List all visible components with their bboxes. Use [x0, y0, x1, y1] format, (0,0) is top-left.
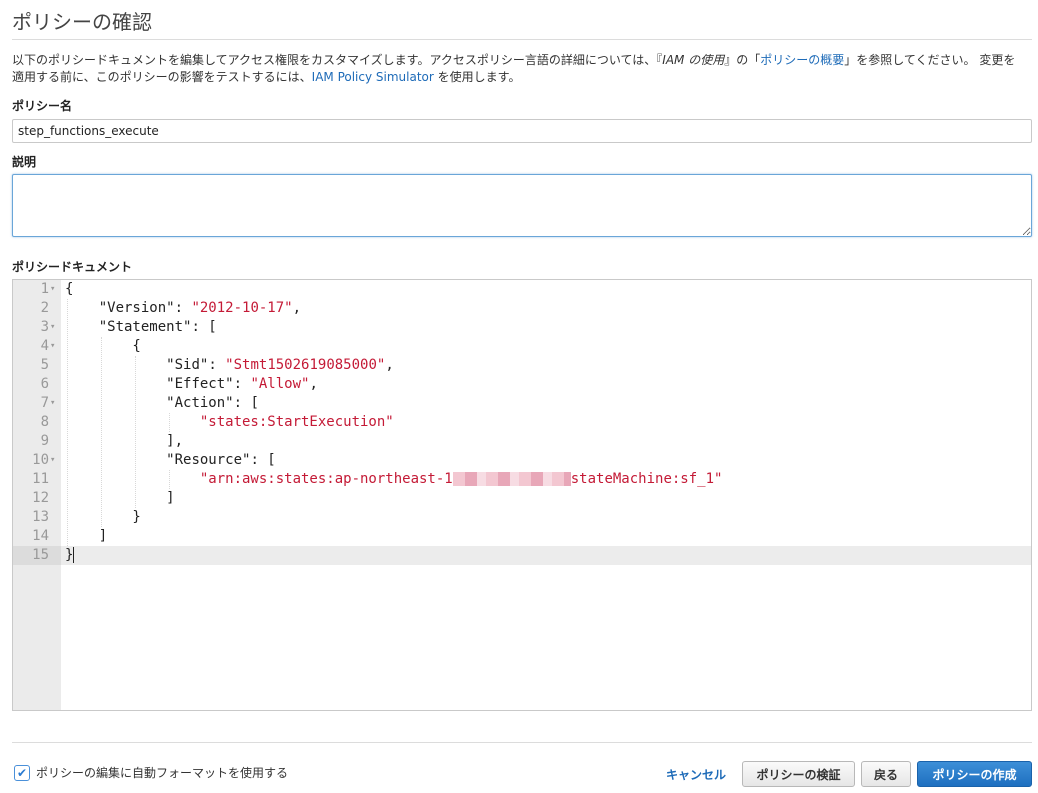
line-number: 12 — [32, 490, 49, 506]
line-number: 2 — [40, 300, 49, 316]
policy-document-label: ポリシードキュメント — [12, 260, 133, 274]
code-line: 12 ] — [32, 489, 1031, 508]
doc-title: IAM の使用 — [662, 53, 725, 67]
fold-arrow-icon[interactable]: ▾ — [50, 451, 60, 470]
code-line: 4 ▾ { — [41, 337, 1031, 356]
code-line: 5 "Sid": "Stmt1502619085000", — [41, 356, 1031, 375]
iam-policy-simulator-link[interactable]: IAM Policy Simulator — [312, 70, 434, 84]
json-key: "Action" — [166, 395, 234, 411]
line-number: 5 — [40, 357, 49, 373]
footer-divider — [12, 742, 1032, 743]
code-line: 3 ▾ "Statement": [ — [41, 318, 1031, 337]
line-number: 10 — [32, 452, 49, 468]
policy-name-label: ポリシー名 — [12, 99, 73, 113]
validate-policy-button[interactable]: ポリシーの検証 — [742, 761, 855, 787]
code-line: 8 "states:StartExecution" — [41, 413, 1031, 432]
autoformat-label: ポリシーの編集に自動フォーマットを使用する — [36, 766, 289, 780]
line-number: 13 — [32, 509, 49, 525]
code-line: 13 } — [32, 508, 1031, 527]
checkmark-icon: ✔ — [16, 765, 28, 780]
json-string: "states:StartExecution" — [199, 414, 394, 430]
json-string: "Allow" — [250, 376, 310, 392]
code-line: 2 "Version": "2012-10-17", — [41, 299, 1031, 318]
json-key: "Effect" — [166, 376, 234, 392]
line-number: 14 — [32, 528, 49, 544]
line-number: 3 — [40, 319, 49, 335]
redacted-account-id — [452, 472, 571, 486]
policy-document-editor[interactable]: 1 ▾ { 2 "Version": "2012-10-17", 3 ▾ "St… — [12, 279, 1032, 711]
autoformat-checkbox[interactable]: ✔ — [14, 764, 30, 781]
json-string: stateMachine:sf_1" — [570, 471, 723, 487]
json-string: "Stmt1502619085000" — [225, 357, 386, 373]
text-cursor — [73, 547, 75, 563]
fold-arrow-icon[interactable]: ▾ — [50, 318, 60, 337]
page-title: ポリシーの確認 — [12, 10, 152, 34]
code-line: 1 ▾ { — [41, 280, 1031, 299]
fold-arrow-icon[interactable]: ▾ — [50, 394, 60, 413]
fold-arrow-icon[interactable]: ▾ — [50, 337, 60, 356]
code-line: 14 ] — [32, 527, 1031, 546]
json-key: "Statement" — [98, 319, 192, 335]
code-line: 6 "Effect": "Allow", — [41, 375, 1031, 394]
code-line: 11 "arn:aws:states:ap-northeast-1 stateMa… — [32, 470, 1031, 489]
line-number: 9 — [40, 433, 49, 449]
title-divider — [12, 39, 1032, 40]
json-string: "2012-10-17" — [191, 300, 293, 316]
code-line: 9 ], — [41, 432, 1031, 451]
json-string: "arn:aws:states:ap-northeast-1 — [199, 471, 453, 487]
intro-text-part4: を使用します。 — [433, 70, 521, 84]
line-number: 6 — [40, 376, 49, 392]
code-line-active: 15 } — [32, 546, 1031, 565]
line-number: 7 — [40, 395, 49, 411]
intro-text: 以下のポリシードキュメントを編集してアクセス権限をカスタマイズします。アクセスポ… — [12, 52, 1024, 86]
back-button[interactable]: 戻る — [861, 761, 911, 787]
json-key: "Version" — [98, 300, 175, 316]
autoformat-option[interactable]: ✔ ポリシーの編集に自動フォーマットを使用する — [14, 764, 288, 781]
description-textarea[interactable] — [12, 174, 1032, 237]
code-line: 10 ▾ "Resource": [ — [32, 451, 1031, 470]
code-area[interactable]: 1 ▾ { 2 "Version": "2012-10-17", 3 ▾ "St… — [32, 280, 1031, 710]
policy-name-input[interactable] — [12, 119, 1032, 143]
intro-text-part2: 』の「 — [724, 53, 761, 67]
line-number: 1 — [40, 281, 49, 297]
create-policy-button[interactable]: ポリシーの作成 — [917, 761, 1032, 787]
intro-text-part1: 以下のポリシードキュメントを編集してアクセス権限をカスタマイズします。アクセスポ… — [12, 53, 663, 67]
cancel-link[interactable]: キャンセル — [666, 766, 726, 783]
line-number: 11 — [32, 471, 49, 487]
json-key: "Resource" — [166, 452, 251, 468]
description-label: 説明 — [12, 155, 37, 169]
json-key: "Sid" — [166, 357, 209, 373]
policy-overview-link[interactable]: ポリシーの概要 — [760, 53, 844, 67]
line-number: 4 — [40, 338, 49, 354]
code-line: 7 ▾ "Action": [ — [41, 394, 1031, 413]
line-number: 8 — [40, 414, 49, 430]
line-number: 15 — [32, 547, 49, 563]
fold-arrow-icon[interactable]: ▾ — [50, 280, 60, 299]
